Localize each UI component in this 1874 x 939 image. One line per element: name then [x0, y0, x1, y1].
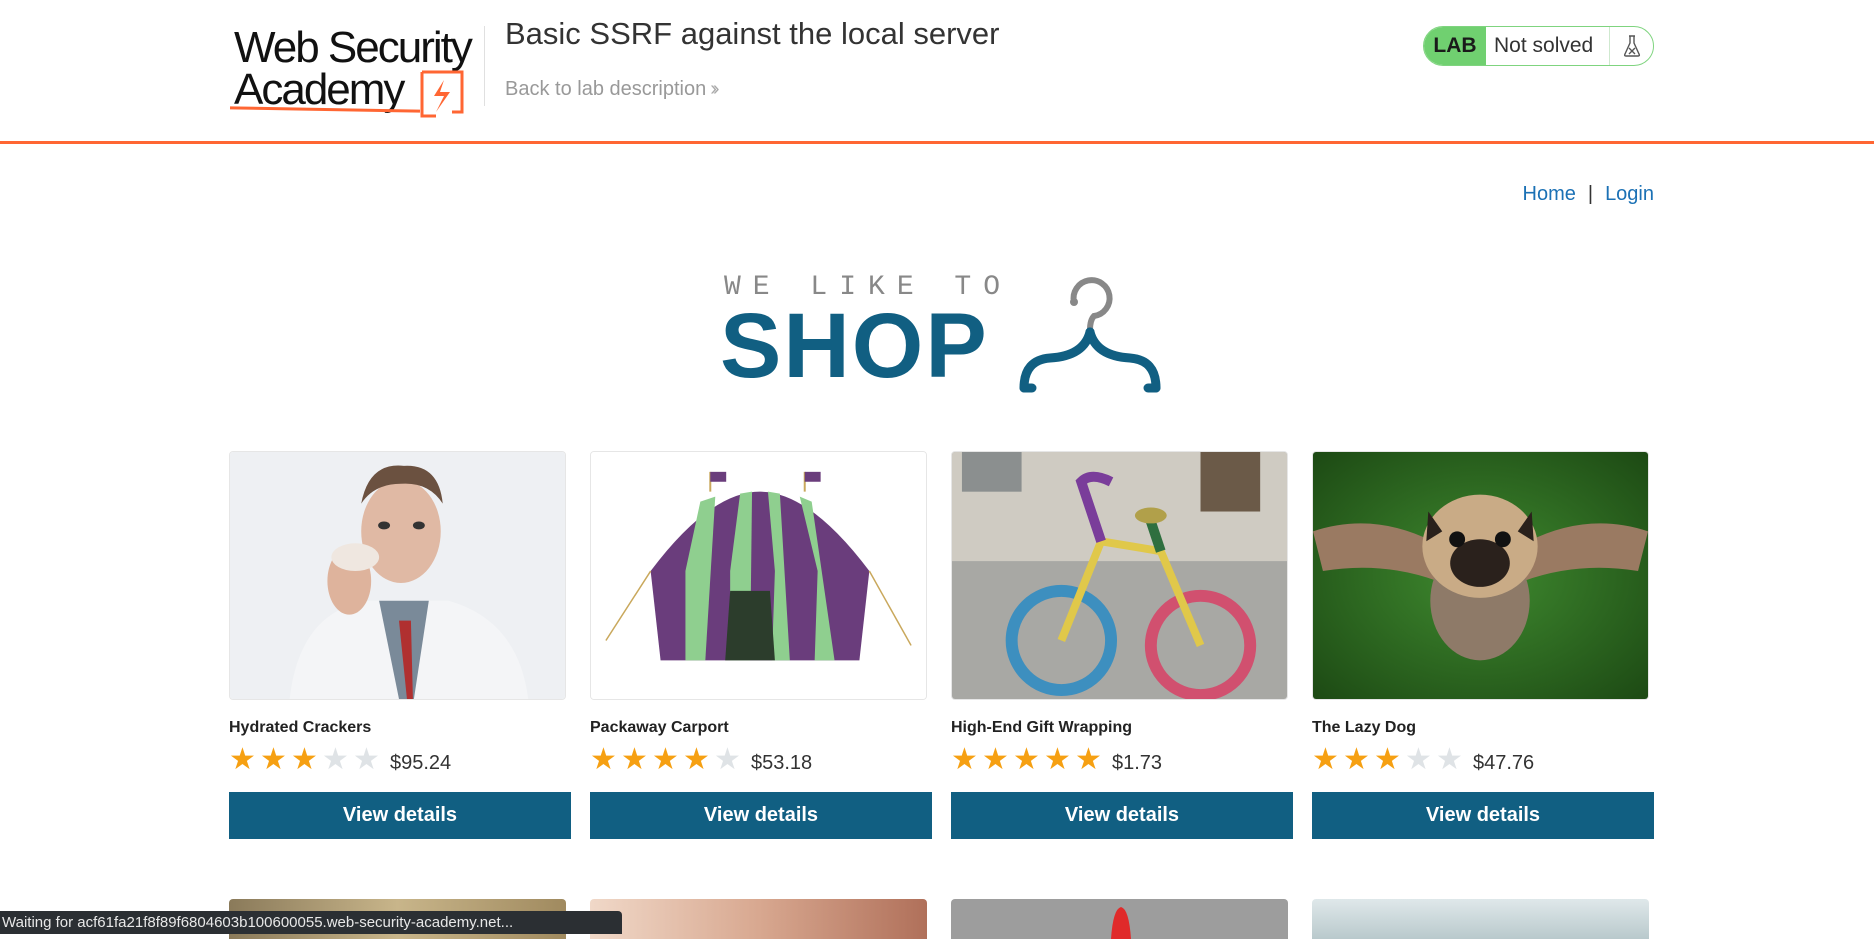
star-icon: ★	[951, 743, 978, 776]
star-icon: ★	[1312, 743, 1339, 776]
product-image-the-lazy-dog[interactable]	[1312, 451, 1649, 700]
product-image-partial[interactable]	[951, 899, 1288, 939]
view-details-button[interactable]: View details	[590, 792, 932, 839]
double-chevron-right-icon: ››	[710, 78, 720, 100]
nav-login-link[interactable]: Login	[1605, 183, 1654, 205]
star-icon: ★	[1405, 743, 1432, 776]
web-security-academy-logo[interactable]: Web Security Academy	[229, 20, 486, 120]
star-icon: ★	[621, 743, 648, 776]
star-icon: ★	[260, 743, 287, 776]
star-icon: ★	[291, 743, 318, 776]
product-price: $1.73	[1112, 751, 1163, 774]
star-icon: ★	[1374, 743, 1401, 776]
lab-status-text: Not solved	[1486, 27, 1610, 65]
product-image-partial[interactable]	[590, 899, 927, 939]
view-details-button[interactable]: View details	[1312, 792, 1654, 839]
product-price: $95.24	[390, 751, 452, 774]
star-icon: ★	[652, 743, 679, 776]
star-icon: ★	[1343, 743, 1370, 776]
star-icon: ★	[322, 743, 349, 776]
product-name: High-End Gift Wrapping	[951, 719, 1133, 736]
product-name: Hydrated Crackers	[229, 719, 372, 736]
top-nav: Home | Login	[1523, 183, 1655, 206]
star-icon: ★	[590, 743, 617, 776]
logo-line1: Web Security	[234, 23, 473, 72]
product-name: The Lazy Dog	[1312, 719, 1417, 736]
product-rating: ★ ★ ★ ★ ★ $53.18	[590, 745, 812, 775]
view-details-button[interactable]: View details	[229, 792, 571, 839]
back-to-lab-description-link[interactable]: Back to lab description ››	[505, 78, 720, 101]
product-name: Packaway Carport	[590, 719, 729, 736]
product-rating: ★ ★ ★ ★ ★ $95.24	[229, 745, 451, 775]
star-icon: ★	[229, 743, 256, 776]
product-price: $53.18	[751, 751, 813, 774]
lab-status-widget[interactable]: LAB Not solved	[1423, 26, 1654, 66]
flask-icon[interactable]	[1610, 27, 1653, 65]
browser-status-bar: Waiting for acf61fa21f8f89f6804603b10060…	[0, 911, 622, 934]
banner-headline: SHOP	[720, 295, 989, 397]
product-image-partial[interactable]	[1312, 899, 1649, 939]
star-icon: ★	[1013, 743, 1040, 776]
product-image-high-end-gift-wrapping[interactable]	[951, 451, 1288, 700]
hanger-icon	[1019, 277, 1161, 393]
star-icon: ★	[1044, 743, 1071, 776]
academy-header: Web Security Academy Basic SSRF against …	[0, 0, 1874, 144]
nav-home-link[interactable]: Home	[1523, 183, 1576, 205]
product-rating: ★ ★ ★ ★ ★ $47.76	[1312, 745, 1534, 775]
lab-title: Basic SSRF against the local server	[505, 16, 1000, 51]
star-icon: ★	[1436, 743, 1463, 776]
view-details-button[interactable]: View details	[951, 792, 1293, 839]
product-image-packaway-carport[interactable]	[590, 451, 927, 700]
star-icon: ★	[982, 743, 1009, 776]
star-icon: ★	[1075, 743, 1102, 776]
shop-banner: WE LIKE TO SHOP	[720, 266, 1165, 396]
star-icon: ★	[353, 743, 380, 776]
star-icon: ★	[683, 743, 710, 776]
lightning-bolt-icon	[420, 70, 464, 118]
product-price: $47.76	[1473, 751, 1535, 774]
back-link-label: Back to lab description	[505, 78, 707, 100]
nav-separator: |	[1587, 183, 1594, 205]
lab-badge: LAB	[1424, 27, 1486, 65]
star-icon: ★	[714, 743, 741, 776]
product-image-hydrated-crackers[interactable]	[229, 451, 566, 700]
logo-line2: Academy	[234, 65, 405, 114]
product-rating: ★ ★ ★ ★ ★ $1.73	[951, 745, 1162, 775]
header-divider	[484, 26, 485, 106]
